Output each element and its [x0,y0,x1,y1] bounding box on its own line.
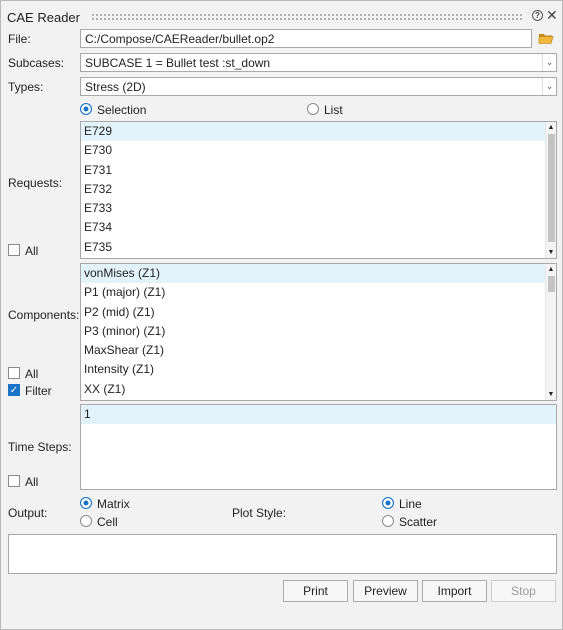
file-path-field[interactable]: C:/Compose/CAEReader/bullet.op2 [80,29,532,48]
output-log-area[interactable] [8,534,557,574]
list-item[interactable]: vonMises (Z1) [81,264,556,284]
scroll-up-icon[interactable]: ▲ [546,264,556,275]
list-item[interactable]: E730 [81,141,556,160]
close-icon[interactable]: ✕ [546,7,558,24]
list-item[interactable]: E733 [81,199,556,218]
scatter-radio[interactable] [382,515,394,530]
components-all-label: All [25,367,39,381]
scatter-radio-label: Scatter [399,515,438,529]
radio-unselected-icon [382,515,394,527]
scroll-up-icon[interactable]: ▲ [546,122,556,133]
output-label: Output: [8,506,48,520]
radio-selected-icon [80,103,92,115]
components-all-checkbox[interactable] [8,367,20,379]
scroll-thumb[interactable] [548,134,555,242]
time-steps-label: Time Steps: [8,440,72,454]
preview-button[interactable]: Preview [353,580,418,602]
list-item[interactable]: Intensity (Z1) [81,360,556,379]
radio-selected-icon [382,497,394,509]
time-steps-all-label: All [25,475,39,489]
drag-grip[interactable] [91,13,523,21]
requests-all-checkbox[interactable] [8,244,20,256]
cae-reader-panel: CAE Reader ? ✕ File: C:/Compose/CAEReade… [0,0,563,630]
list-item[interactable]: P2 (mid) (Z1) [81,303,556,322]
list-item[interactable]: 1 [81,405,556,425]
list-radio-label: List [324,103,343,117]
filter-label: Filter [25,384,52,398]
requests-label: Requests: [8,176,63,190]
window-title: CAE Reader [7,10,80,25]
types-label: Types: [8,80,44,94]
selection-radio[interactable] [80,103,92,118]
list-radio[interactable] [307,103,319,118]
list-item[interactable]: E732 [81,180,556,199]
subcases-select[interactable]: SUBCASE 1 = Bullet test :st_down ⌄ [80,53,557,72]
line-radio[interactable] [382,497,394,512]
list-item[interactable]: XX (Z1) [81,380,556,399]
line-radio-label: Line [399,497,422,511]
print-button[interactable]: Print [283,580,348,602]
matrix-radio[interactable] [80,497,92,512]
chevron-down-icon: ⌄ [542,54,556,71]
scroll-thumb[interactable] [548,276,555,292]
import-button[interactable]: Import [422,580,487,602]
list-item[interactable]: E731 [81,161,556,180]
radio-selected-icon [80,497,92,509]
scroll-down-icon[interactable]: ▼ [546,389,556,400]
list-item[interactable]: P3 (minor) (Z1) [81,322,556,341]
checkmark-icon: ✓ [9,385,19,396]
radio-unselected-icon [307,103,319,115]
filter-checkbox[interactable]: ✓ [8,384,20,396]
components-scrollbar[interactable]: ▲ ▼ [545,264,556,400]
matrix-radio-label: Matrix [97,497,130,511]
help-icon[interactable]: ? [532,10,543,21]
file-label: File: [8,32,31,46]
subcases-label: Subcases: [8,56,65,70]
list-item[interactable]: E735 [81,238,556,257]
requests-scrollbar[interactable]: ▲ ▼ [545,122,556,258]
time-steps-list[interactable]: 1 [80,404,557,490]
folder-open-icon[interactable] [538,32,554,47]
radio-unselected-icon [80,515,92,527]
subcases-value: SUBCASE 1 = Bullet test :st_down [85,56,271,70]
plot-style-label: Plot Style: [232,506,287,520]
types-value: Stress (2D) [85,80,146,94]
list-item[interactable]: E734 [81,218,556,237]
cell-radio-label: Cell [97,515,118,529]
list-item[interactable]: MaxShear (Z1) [81,341,556,360]
components-list[interactable]: vonMises (Z1) P1 (major) (Z1) P2 (mid) (… [80,263,557,401]
types-select[interactable]: Stress (2D) ⌄ [80,77,557,96]
cell-radio[interactable] [80,515,92,530]
stop-button[interactable]: Stop [491,580,556,602]
selection-radio-label: Selection [97,103,147,117]
components-label: Components: [8,308,80,322]
chevron-down-icon: ⌄ [542,78,556,95]
scroll-down-icon[interactable]: ▼ [546,247,556,258]
requests-list[interactable]: E729 E730 E731 E732 E733 E734 E735 ▲ ▼ [80,121,557,259]
requests-all-label: All [25,244,39,258]
time-steps-all-checkbox[interactable] [8,475,20,487]
list-item[interactable]: P1 (major) (Z1) [81,283,556,302]
list-item[interactable]: E729 [81,122,556,142]
